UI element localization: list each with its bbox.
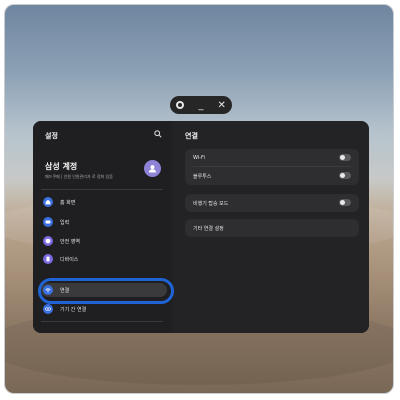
avatar[interactable] (144, 160, 161, 177)
home-icon (43, 197, 53, 207)
airplane-mode-row[interactable]: 비행기 탑승 모드 (185, 194, 359, 212)
sidebar-item-label: 안전 영역 (60, 238, 80, 245)
wifi-row[interactable]: Wi-Fi (185, 149, 359, 167)
divider (41, 321, 163, 322)
sidebar-title: 설정 (45, 132, 58, 140)
row-label: Wi-Fi (193, 155, 205, 161)
row-label: 비행기 탑승 모드 (193, 200, 229, 207)
wifi-toggle[interactable] (339, 154, 351, 161)
gear-icon[interactable] (172, 97, 188, 113)
device-icon (43, 254, 53, 264)
row-label: 블루투스 (193, 173, 212, 180)
shield-icon (43, 236, 53, 246)
search-icon[interactable] (153, 129, 163, 139)
sidebar-item-input[interactable]: 입력 (43, 215, 165, 229)
airplane-mode-toggle[interactable] (339, 199, 351, 206)
minimize-button[interactable]: _ (193, 97, 209, 113)
sidebar-item-home-screen[interactable]: 홈 화면 (43, 195, 165, 209)
link-icon (43, 304, 53, 314)
sidebar-item-label: 홈 화면 (60, 199, 76, 206)
page-title: 연결 (185, 132, 198, 140)
connection-group: Wi-Fi 블루투스 (185, 149, 359, 185)
sidebar-item-safety-area[interactable]: 안전 영역 (43, 234, 165, 248)
account-subtitle: 패드쿠페 | 인원 인원관리자 로 정화 있음 (45, 174, 113, 179)
more-connection-settings-row[interactable]: 기타 연결 설정 (185, 219, 359, 237)
highlight-ring (38, 278, 174, 304)
window-control-bar: _ ✕ (170, 96, 232, 114)
sidebar-item-device-connection[interactable]: 기기 간 연결 (43, 302, 165, 316)
keyboard-icon (43, 217, 53, 227)
divider (41, 189, 163, 190)
sidebar-item-label: 입력 (60, 219, 70, 226)
person-icon (148, 165, 157, 173)
sidebar-item-label: 디바이스 (60, 256, 79, 263)
account-name[interactable]: 삼성 계정 (45, 161, 77, 172)
connections-panel: 연결 Wi-Fi 블루투스 비행기 탑승 모드 기타 연결 설정 (173, 121, 369, 333)
bluetooth-toggle[interactable] (339, 172, 351, 179)
sidebar-item-label: 기기 간 연결 (60, 306, 87, 313)
bluetooth-row[interactable]: 블루투스 (185, 167, 359, 185)
sidebar-item-device[interactable]: 디바이스 (43, 252, 165, 266)
close-button[interactable]: ✕ (214, 97, 230, 113)
row-label: 기타 연결 설정 (193, 225, 224, 232)
connection-group: 비행기 탑승 모드 (185, 194, 359, 212)
connection-group: 기타 연결 설정 (185, 219, 359, 237)
